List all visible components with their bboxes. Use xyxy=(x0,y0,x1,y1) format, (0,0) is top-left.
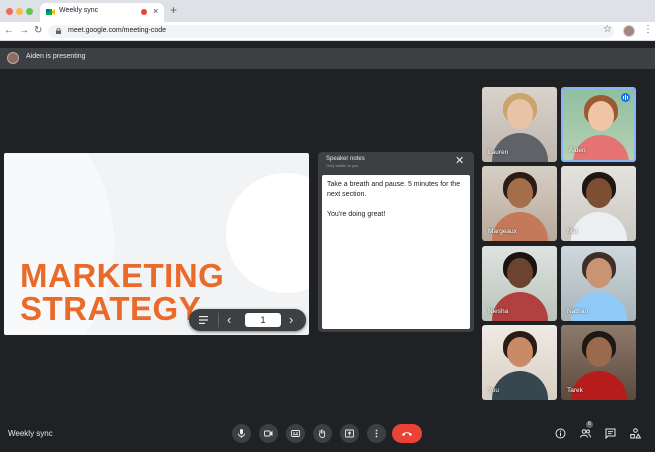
raise-hand-icon xyxy=(319,429,326,438)
raise-hand-button[interactable] xyxy=(313,424,332,443)
recording-indicator-icon xyxy=(141,9,147,15)
participant-video xyxy=(586,178,612,208)
slide-controls: ‹ 1 › xyxy=(189,309,306,331)
participant-name: Mia xyxy=(567,228,578,235)
participant-tile-margeaux[interactable]: Margeaux xyxy=(482,166,557,241)
chat-icon[interactable] xyxy=(605,428,616,439)
back-icon[interactable]: ← xyxy=(4,25,14,37)
reload-icon[interactable]: ↻ xyxy=(34,25,42,37)
tab-title: Weekly sync xyxy=(59,7,99,14)
meet-favicon-icon xyxy=(46,9,55,15)
participant-video xyxy=(588,101,614,131)
speaking-indicator-icon xyxy=(621,93,630,102)
camera-icon xyxy=(264,430,273,437)
participant-tile-niesha[interactable]: Niesha xyxy=(482,246,557,321)
participant-video xyxy=(507,337,533,367)
captions-button[interactable] xyxy=(286,424,305,443)
url-text: meet.google.com/meeting-code xyxy=(68,27,167,34)
minimize-window-button[interactable] xyxy=(16,8,23,15)
meeting-title: Weekly sync xyxy=(8,429,53,438)
speaker-notes-text[interactable]: Take a breath and pause. 5 minutes for t… xyxy=(322,175,470,329)
present-button[interactable] xyxy=(340,424,359,443)
more-options-button[interactable] xyxy=(367,424,386,443)
participant-tile-tarek[interactable]: Tarek xyxy=(561,325,636,400)
participant-tile-mia[interactable]: Mia xyxy=(561,166,636,241)
slide-decoration xyxy=(226,173,309,293)
participant-name: Niesha xyxy=(488,308,509,315)
url-field[interactable]: meet.google.com/meeting-code xyxy=(48,25,614,38)
camera-button[interactable] xyxy=(259,424,278,443)
close-tab-icon[interactable]: × xyxy=(153,5,158,17)
presenting-text: Aiden is presenting xyxy=(26,53,86,60)
presenter-avatar xyxy=(7,52,19,64)
participant-tile-aiden[interactable]: Aiden xyxy=(561,87,636,162)
hang-up-icon xyxy=(402,432,412,436)
mic-icon xyxy=(238,429,245,438)
profile-avatar[interactable] xyxy=(623,25,635,37)
notes-line: Take a breath and pause. 5 minutes for t… xyxy=(327,181,461,198)
previous-slide-icon[interactable]: ‹ xyxy=(227,312,231,328)
forward-icon[interactable]: → xyxy=(19,25,29,37)
participant-video xyxy=(507,258,533,288)
divider xyxy=(218,313,219,327)
address-bar: ← → ↻ meet.google.com/meeting-code ☆ ⋮ xyxy=(0,22,655,41)
hang-up-button[interactable] xyxy=(392,424,422,443)
participant-video xyxy=(586,258,612,288)
notes-toggle-icon[interactable] xyxy=(199,316,208,324)
lock-icon xyxy=(56,28,61,34)
more-options-icon xyxy=(375,429,378,438)
mic-button[interactable] xyxy=(232,424,251,443)
participant-video xyxy=(507,99,533,129)
speaker-notes-title: Speaker notes xyxy=(326,156,365,162)
present-icon xyxy=(345,429,354,438)
participant-name: Nathan xyxy=(567,308,588,315)
close-notes-icon[interactable]: ✕ xyxy=(455,154,464,168)
new-tab-icon[interactable]: + xyxy=(170,3,177,17)
participant-name: Tarek xyxy=(567,387,583,394)
browser-menu-icon[interactable]: ⋮ xyxy=(643,24,653,36)
presenting-banner: Aiden is presenting xyxy=(0,48,655,69)
next-slide-icon[interactable]: › xyxy=(289,312,293,328)
info-icon[interactable] xyxy=(555,428,566,439)
participant-video xyxy=(507,178,533,208)
participant-name: Aiden xyxy=(569,147,586,154)
speaker-notes-panel: Speaker notes Only visible to you ✕ Take… xyxy=(318,152,474,332)
participant-tile-you[interactable]: You xyxy=(482,325,557,400)
participant-video xyxy=(586,337,612,367)
notes-line: You're doing great! xyxy=(327,211,386,218)
activities-icon[interactable] xyxy=(630,428,641,439)
browser-tab-bar: Weekly sync × + xyxy=(0,0,655,22)
close-window-button[interactable] xyxy=(6,8,13,15)
bookmark-star-icon[interactable]: ☆ xyxy=(603,24,612,36)
maximize-window-button[interactable] xyxy=(26,8,33,15)
participant-name: You xyxy=(488,387,499,394)
browser-tab[interactable]: Weekly sync × xyxy=(40,3,164,22)
participant-name: Lauren xyxy=(488,149,509,156)
participant-name: Margeaux xyxy=(488,228,517,235)
slide-page-number[interactable]: 1 xyxy=(245,313,281,327)
speaker-notes-subtitle: Only visible to you xyxy=(326,163,359,168)
presentation-slide: MARKETING STRATEGY xyxy=(4,153,309,335)
people-icon[interactable] xyxy=(580,428,591,439)
captions-icon xyxy=(291,430,300,437)
participant-tile-lauren[interactable]: Lauren xyxy=(482,87,557,162)
participant-tile-nathan[interactable]: Nathan xyxy=(561,246,636,321)
participant-count-badge: 6 xyxy=(586,421,593,428)
